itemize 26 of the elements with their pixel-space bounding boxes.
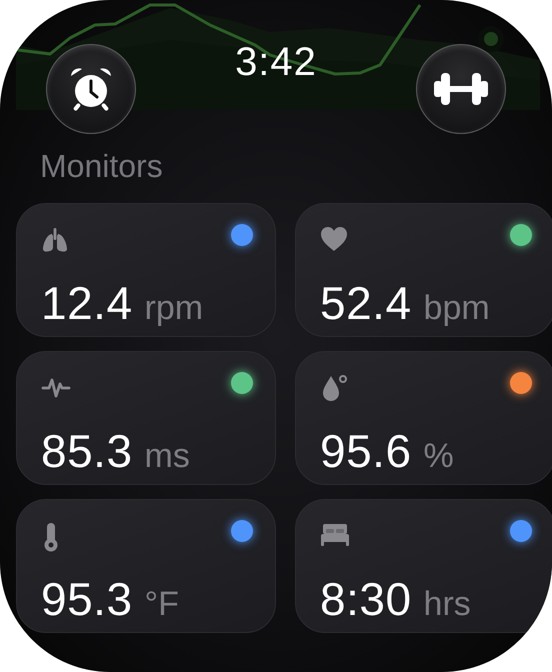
bed-icon [320,522,350,548]
heart-icon [320,226,348,252]
reading-unit: °F [144,585,179,624]
reading-unit: % [424,437,454,476]
reading-value: 85.3 [41,424,133,478]
reading-value: 12.4 [41,276,133,330]
lungs-icon [41,226,69,254]
reading-value: 95.3 [41,572,133,626]
monitor-card[interactable]: 52.4 bpm [295,203,552,337]
reading-unit: ms [144,437,190,476]
monitor-card[interactable]: 8:30 hrs [295,499,552,633]
drop-degree-icon [320,374,350,402]
section-title: Monitors [40,148,164,185]
monitor-card[interactable]: 85.3 ms [16,351,276,485]
alarm-clock-icon [68,66,114,112]
monitor-card[interactable]: 95.3 °F [16,499,276,633]
reading-value: 8:30 [320,572,412,626]
reading-value: 52.4 [320,276,412,330]
reading-unit: bpm [424,289,490,328]
reading-unit: rpm [144,289,204,328]
dumbbell-icon [432,71,489,107]
reading-value: 95.6 [320,424,412,478]
monitor-card[interactable]: 12.4 rpm [16,203,276,337]
monitor-card[interactable]: 95.6 % [295,351,552,485]
reading-unit: hrs [424,585,471,624]
clock-time: 3:42 [235,40,317,85]
